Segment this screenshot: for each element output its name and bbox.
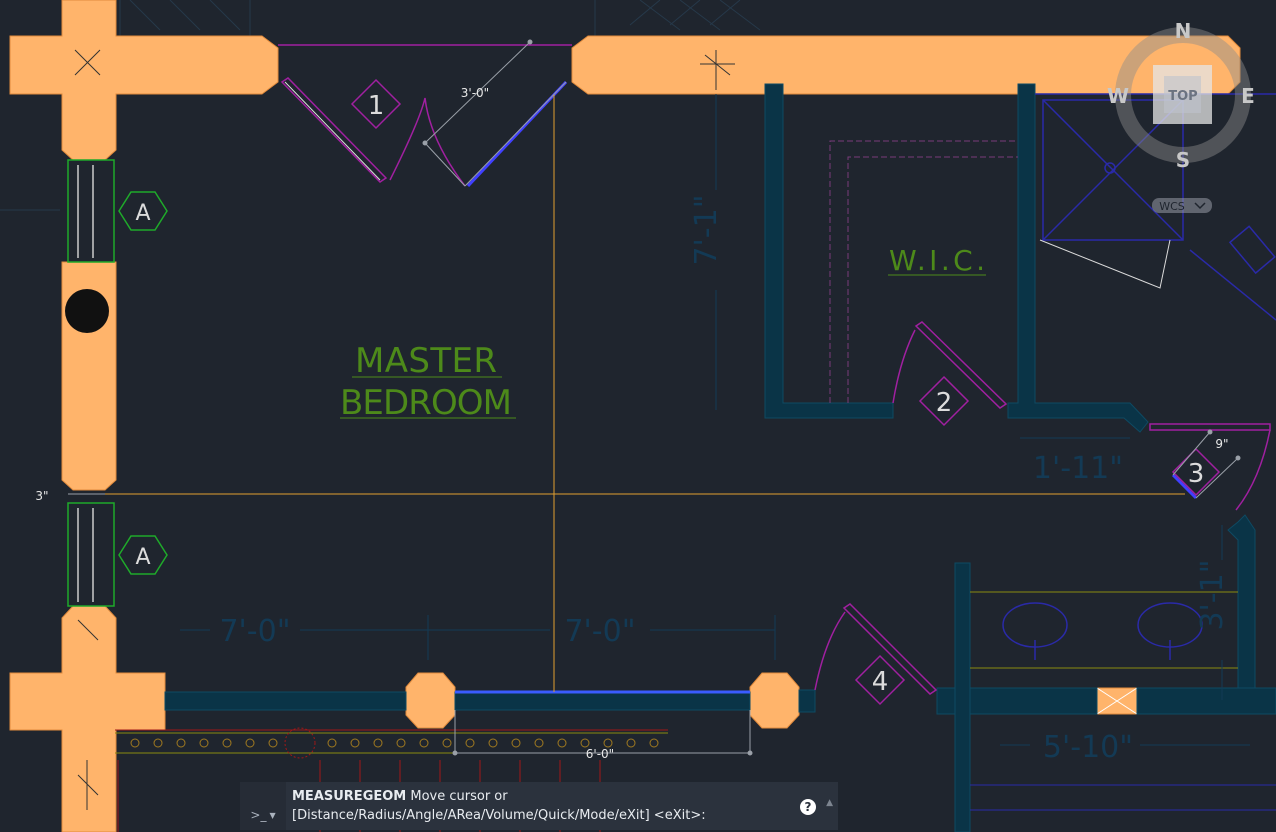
door-tag-4[interactable]: 4 bbox=[872, 667, 889, 697]
dimension-7ft-left: 7'-0" bbox=[219, 614, 290, 649]
viewcube-top-label[interactable]: TOP bbox=[1168, 89, 1197, 104]
ucs-menu-button[interactable]: WCS bbox=[1152, 198, 1212, 213]
door-tag-3[interactable]: 3 bbox=[1188, 459, 1205, 489]
measure-label-window: 6'-0" bbox=[586, 747, 614, 761]
ucs-label: WCS bbox=[1159, 200, 1185, 213]
command-line[interactable]: >_ ▼ MEASUREGEOM Move cursor or [Distance… bbox=[240, 782, 838, 830]
command-history-icon[interactable]: ▲ bbox=[826, 798, 833, 808]
door-leaves bbox=[284, 81, 1171, 289]
dimension-5ft10: 5'-10" bbox=[1043, 730, 1133, 765]
measure-label-door3: 9" bbox=[1215, 437, 1228, 451]
column-hole bbox=[65, 289, 109, 333]
command-name: MEASUREGEOM bbox=[292, 789, 407, 804]
bath-fixtures bbox=[1002, 93, 1276, 660]
window-tag-a-lower[interactable]: A bbox=[135, 545, 150, 570]
railing bbox=[130, 738, 659, 748]
window-tag-a-upper[interactable]: A bbox=[135, 201, 150, 226]
window-tags bbox=[118, 191, 168, 575]
faint-dimension-labels: 7'-0" 7'-0" 1'-11" 5'-10" 7'-1" 3'-1" bbox=[219, 194, 1230, 765]
measure-label-gap: 3" bbox=[35, 489, 48, 503]
compass-west[interactable]: W bbox=[1107, 84, 1129, 108]
door-tag-2[interactable]: 2 bbox=[936, 388, 953, 418]
measure-label-door1: 3'-0" bbox=[461, 86, 489, 100]
room-label-master[interactable]: MASTER bbox=[355, 341, 497, 381]
terminal-icon: >_ bbox=[250, 808, 267, 822]
compass-east[interactable]: E bbox=[1241, 84, 1255, 108]
dimension-1ft11: 1'-11" bbox=[1033, 451, 1123, 486]
caret-down-icon: ▼ bbox=[269, 811, 276, 820]
room-label-wic[interactable]: W.I.C. bbox=[889, 244, 985, 277]
door-tag-1[interactable]: 1 bbox=[368, 91, 385, 121]
compass-north[interactable]: N bbox=[1175, 19, 1192, 43]
dimension-7ft1: 7'-1" bbox=[689, 194, 724, 265]
dimension-7ft-right: 7'-0" bbox=[564, 614, 635, 649]
drawing-canvas[interactable]: 1 2 3 4 A A MASTER BEDROOM W.I.C. 7'-0" … bbox=[0, 0, 1276, 832]
compass-south[interactable]: S bbox=[1176, 148, 1190, 172]
dimension-3ft1: 3'-1" bbox=[1195, 559, 1230, 630]
command-prompt-button[interactable]: >_ ▼ bbox=[240, 782, 286, 830]
help-icon[interactable]: ? bbox=[800, 799, 816, 815]
room-label-bedroom[interactable]: BEDROOM bbox=[340, 383, 512, 423]
command-output[interactable]: MEASUREGEOM Move cursor or [Distance/Rad… bbox=[286, 782, 838, 830]
